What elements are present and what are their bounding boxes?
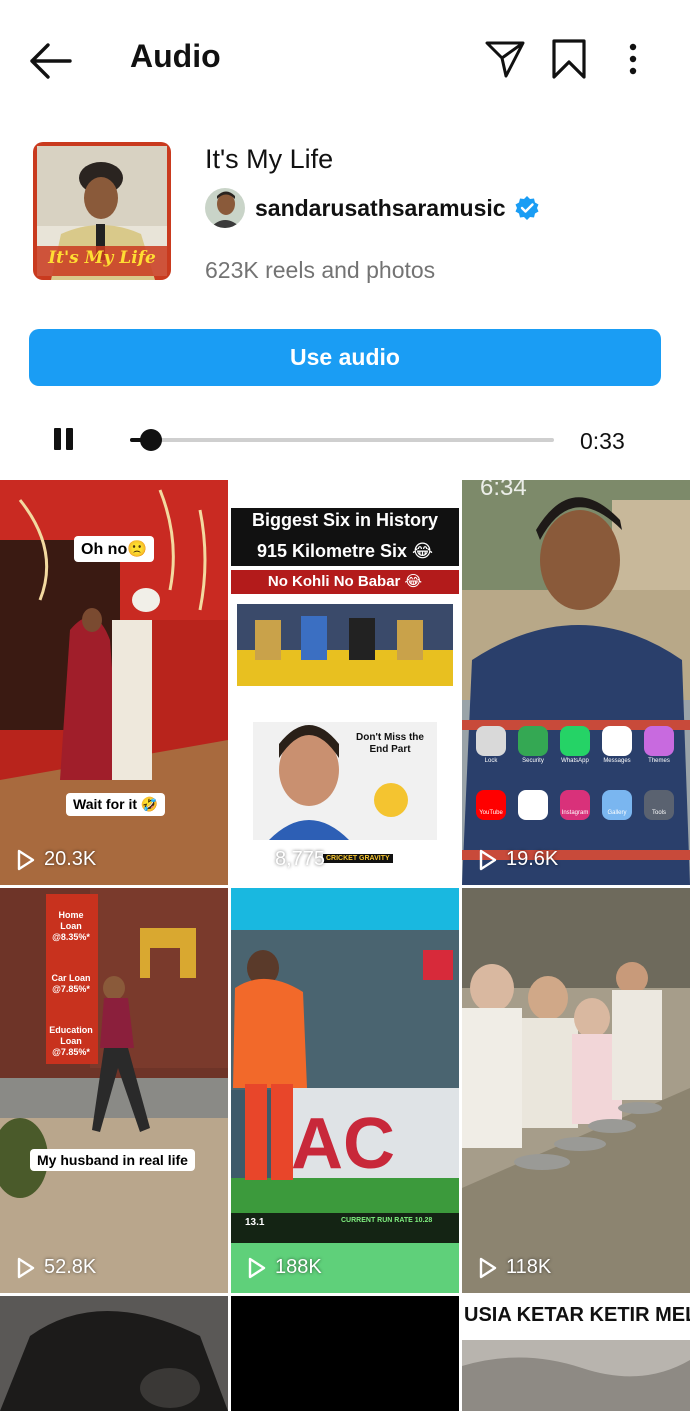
reel-caption: My husband in real life bbox=[30, 1149, 195, 1171]
play-icon bbox=[479, 1257, 497, 1278]
artist-name[interactable]: sandarusathsaramusic bbox=[255, 195, 506, 222]
poster-line: Education Loan @7.85%* bbox=[49, 1025, 93, 1057]
reel-views: 118K bbox=[478, 1256, 551, 1279]
bookmark-icon[interactable] bbox=[550, 38, 588, 80]
status-time: 6:34 bbox=[480, 480, 527, 501]
reel-headline: No Kohli No Babar 😂 bbox=[267, 573, 423, 590]
reel-tile[interactable]: AC 13.1 CURRENT RUN RATE 10.28 188K bbox=[231, 888, 459, 1293]
reel-views: 52.8K bbox=[16, 1256, 96, 1279]
reel-views: 8,775 bbox=[247, 848, 325, 871]
app-label: Security bbox=[522, 758, 544, 764]
bank-poster: Home Loan @8.35%* Car Loan @7.85%* Educa… bbox=[48, 910, 94, 1058]
reel-headline: Biggest Six in History bbox=[251, 510, 439, 530]
elapsed-time: 0:33 bbox=[580, 428, 625, 454]
cover-text: It's My Life bbox=[48, 248, 156, 268]
reels-grid: Oh no🙁 Wait for it 🤣 20.3K Biggest Six i… bbox=[0, 480, 690, 1411]
app-labels: Lock Security WhatsApp Messages Themes Y… bbox=[470, 758, 682, 816]
reel-tile[interactable]: USIA KETAR KETIR MELIA bbox=[462, 1296, 690, 1411]
reel-views: 19.6K bbox=[478, 848, 558, 871]
reel-views: 20.3K bbox=[16, 848, 96, 871]
artist-avatar[interactable] bbox=[205, 188, 245, 228]
play-icon bbox=[479, 849, 497, 870]
poster-line: Car Loan @7.85%* bbox=[51, 973, 91, 994]
reel-tile[interactable]: Home Loan @8.35%* Car Loan @7.85%* Educa… bbox=[0, 888, 228, 1293]
audio-progress-slider[interactable] bbox=[130, 429, 554, 451]
play-icon bbox=[248, 849, 266, 870]
top-bar: Audio bbox=[0, 0, 690, 118]
poster-line: Home Loan @8.35%* bbox=[52, 910, 90, 942]
reel-view-count: 52.8K bbox=[44, 1256, 97, 1278]
reel-caption: Wait for it 🤣 bbox=[66, 793, 166, 816]
reel-view-count: 118K bbox=[506, 1256, 552, 1278]
track-title: It's My Life bbox=[205, 144, 334, 174]
app-label: Messages bbox=[603, 758, 631, 764]
reel-view-count: 8,775 bbox=[275, 848, 326, 870]
back-arrow-icon[interactable] bbox=[26, 40, 74, 82]
reel-view-count: 20.3K bbox=[44, 848, 97, 870]
more-options-icon[interactable] bbox=[618, 38, 648, 80]
reel-tile[interactable]: Oh no🙁 Wait for it 🤣 20.3K bbox=[0, 480, 228, 885]
app-label: WhatsApp bbox=[561, 758, 589, 764]
play-icon bbox=[17, 849, 35, 870]
play-icon bbox=[248, 1257, 266, 1278]
audio-cover-art: It's My Life bbox=[33, 142, 171, 280]
play-icon bbox=[17, 1257, 35, 1278]
verified-badge-icon bbox=[515, 196, 539, 220]
app-label: Play Store bbox=[519, 810, 547, 816]
app-label: Lock bbox=[484, 758, 498, 764]
reel-tile[interactable]: 6:34 Lock Security WhatsApp Messages The… bbox=[462, 480, 690, 885]
reel-views: 188K bbox=[247, 1256, 322, 1279]
reel-caption: Oh no🙁 bbox=[74, 536, 155, 562]
audio-progress-knob[interactable] bbox=[140, 429, 163, 451]
reel-view-count: 19.6K bbox=[506, 848, 559, 870]
send-icon[interactable] bbox=[484, 38, 526, 80]
app-label: Themes bbox=[648, 758, 670, 764]
app-label: Gallery bbox=[607, 810, 627, 816]
reel-view-count: 188K bbox=[275, 1256, 322, 1278]
app-label: Tools bbox=[651, 810, 666, 816]
score-ticker: CURRENT RUN RATE 10.28 bbox=[341, 1217, 433, 1224]
app-label: YouTube bbox=[479, 810, 503, 816]
reels-count: 623K reels and photos bbox=[205, 257, 436, 283]
reel-tile[interactable] bbox=[231, 1296, 459, 1411]
reel-headline: 915 Kilometre Six 😂 bbox=[256, 541, 434, 561]
reel-sticker: Don't Miss the End Part bbox=[356, 732, 424, 755]
pause-icon[interactable] bbox=[53, 428, 75, 452]
svg-text:AC: AC bbox=[291, 1104, 395, 1184]
app-label: Instagram bbox=[561, 810, 589, 816]
score-ticker: 13.1 bbox=[245, 1217, 265, 1228]
reel-headline: USIA KETAR KETIR MELIA bbox=[464, 1304, 690, 1326]
reel-tile[interactable]: 118K bbox=[462, 888, 690, 1293]
page-title: Audio bbox=[130, 38, 221, 74]
reel-tile[interactable]: Biggest Six in History 915 Kilometre Six… bbox=[231, 480, 459, 885]
reel-brand: CRICKET GRAVITY bbox=[323, 854, 393, 863]
artist-row[interactable]: sandarusathsaramusic bbox=[205, 188, 540, 228]
reel-tile[interactable] bbox=[0, 1296, 228, 1411]
use-audio-button[interactable]: Use audio bbox=[29, 329, 661, 386]
